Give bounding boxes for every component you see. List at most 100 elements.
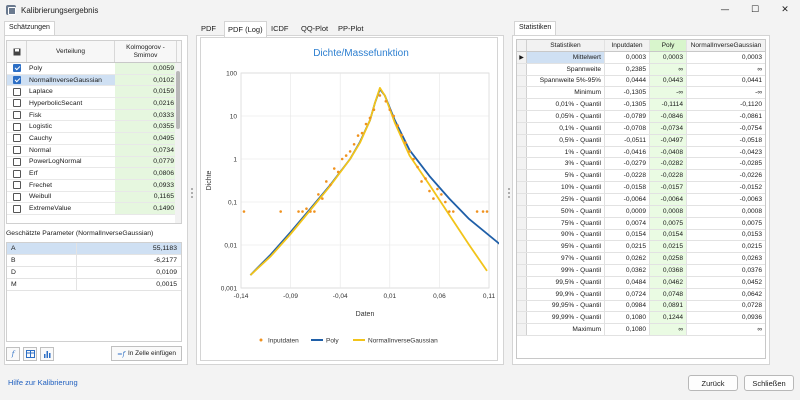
stats-row[interactable]: 0,05% - Quantil -0,0789 -0,0846 -0,0861 <box>517 111 765 123</box>
save-icon[interactable] <box>7 41 27 62</box>
distribution-row[interactable]: Fisk 0,0333 <box>7 109 181 122</box>
distribution-checkbox[interactable] <box>13 76 21 85</box>
tab-qq-plot[interactable]: QQ-Plot <box>298 23 331 34</box>
distribution-checkbox[interactable] <box>13 122 21 131</box>
distribution-checkbox[interactable] <box>13 181 21 190</box>
checkbox-cell <box>7 204 27 213</box>
distribution-row[interactable]: Cauchy 0,0495 <box>7 133 181 145</box>
column-kolmogorov-smirnov[interactable]: Kolmogorov - Smirnov <box>115 41 177 62</box>
formula-icon[interactable]: f <box>6 347 20 361</box>
distribution-checkbox[interactable] <box>13 169 21 178</box>
distribution-checkbox[interactable] <box>13 64 21 73</box>
stats-row[interactable]: 5% - Quantil -0,0228 -0,0228 -0,0226 <box>517 170 765 183</box>
column-normalinversegaussian[interactable]: NormalInverseGaussian <box>687 40 765 51</box>
stats-row[interactable]: 95% - Quantil 0,0215 0,0215 0,0215 <box>517 241 765 254</box>
distribution-checkbox[interactable] <box>13 146 21 155</box>
stats-row[interactable]: 0,5% - Quantil -0,0511 -0,0497 -0,0518 <box>517 134 765 147</box>
x-tick-label: 0,11 <box>483 293 496 300</box>
checkbox-cell <box>7 181 27 190</box>
stats-row[interactable]: 0,01% - Quantil -0,1305 -0,1114 -0,1120 <box>517 99 765 112</box>
distribution-row[interactable]: Laplace 0,0159 <box>7 86 181 99</box>
distribution-row[interactable]: ExtremeValue 0,1490 <box>7 203 181 215</box>
back-button[interactable]: Zurück <box>688 375 738 391</box>
distribution-checkbox[interactable] <box>13 204 21 213</box>
tab-pp-plot[interactable]: PP-Plot <box>335 23 366 34</box>
column-verteilung[interactable]: Verteilung <box>27 41 115 62</box>
stats-row[interactable]: 50% - Quantil 0,0009 0,0008 0,0008 <box>517 205 765 218</box>
column-statistiken[interactable]: Statistiken <box>527 40 605 51</box>
tab-statistiken[interactable]: Statistiken <box>514 21 557 35</box>
stats-row[interactable]: 99% - Quantil 0,0362 0,0368 0,0376 <box>517 265 765 277</box>
chart-title: Dichte/Massefunktion <box>313 48 409 59</box>
tab-pdf[interactable]: PDF <box>198 23 219 34</box>
title-bar: Kalibrierungsergebnis — ☐ ✕ <box>0 0 800 20</box>
distribution-checkbox[interactable] <box>13 192 21 201</box>
stats-row[interactable]: ▶ Mittelwert 0,0003 0,0003 0,0003 <box>517 51 765 64</box>
distribution-row[interactable]: PowerLogNormal 0,0779 <box>7 156 181 169</box>
splitter-left[interactable] <box>190 186 194 200</box>
column-inputdaten[interactable]: Inputdaten <box>605 40 650 51</box>
stats-row[interactable]: 90% - Quantil 0,0154 0,0154 0,0153 <box>517 229 765 242</box>
input-data-point <box>332 167 336 170</box>
param-row[interactable]: A 55,1183 <box>7 243 181 255</box>
distribution-row[interactable]: Logistic 0,0355 <box>7 121 181 134</box>
stats-row[interactable]: Maximum 0,1080 ∞ ∞ <box>517 324 765 337</box>
stats-row[interactable]: 99,5% - Quantil 0,0484 0,0462 0,0452 <box>517 276 765 289</box>
stats-row[interactable]: 3% - Quantil -0,0279 -0,0282 -0,0285 <box>517 158 765 171</box>
stats-row[interactable]: Spannweite 5%-95% 0,0444 0,0443 0,0441 <box>517 75 765 88</box>
stats-row[interactable]: 99,9% - Quantil 0,0724 0,0748 0,0642 <box>517 288 765 301</box>
help-link[interactable]: Hilfe zur Kalibrierung <box>8 378 78 387</box>
stats-row[interactable]: 0,1% - Quantil -0,0708 -0,0734 -0,0754 <box>517 122 765 135</box>
stat-label: 50% - Quantil <box>527 205 605 217</box>
insert-in-cell-button[interactable]: =f In Zelle einfügen <box>111 346 182 361</box>
stats-row[interactable]: Minimum -0,1305 -∞ -∞ <box>517 87 765 100</box>
maximize-button[interactable]: ☐ <box>740 0 770 20</box>
stats-row[interactable]: 75% - Quantil 0,0074 0,0075 0,0075 <box>517 217 765 230</box>
distribution-row[interactable]: Frechet 0,0933 <box>7 179 181 192</box>
stats-row[interactable]: Spannweite 0,2385 ∞ ∞ <box>517 63 765 76</box>
stats-row[interactable]: 10% - Quantil -0,0158 -0,0157 -0,0152 <box>517 182 765 194</box>
x-tick-label: -0,09 <box>283 293 298 300</box>
grid-scrollbar[interactable] <box>175 63 181 223</box>
param-row[interactable]: M 0,0015 <box>7 279 181 291</box>
distribution-checkbox[interactable] <box>13 157 21 166</box>
stats-row[interactable]: 25% - Quantil -0,0064 -0,0064 -0,0063 <box>517 193 765 206</box>
distribution-row[interactable]: Normal 0,0734 <box>7 144 181 157</box>
distribution-checkbox[interactable] <box>13 111 21 120</box>
distribution-checkbox[interactable] <box>13 134 21 143</box>
checkbox-cell <box>7 99 27 108</box>
stats-row[interactable]: 1% - Quantil -0,0416 -0,0408 -0,0423 <box>517 146 765 159</box>
close-window-button[interactable]: ✕ <box>770 0 800 20</box>
scrollbar-thumb[interactable] <box>176 71 180 129</box>
distribution-row[interactable]: Poly 0,0059 <box>7 63 181 75</box>
stats-row[interactable]: 99,95% - Quantil 0,0984 0,0891 0,0728 <box>517 300 765 313</box>
x-axis-label: Daten <box>356 311 375 318</box>
table-icon[interactable] <box>23 347 37 361</box>
distribution-row[interactable]: Weibull 0,1165 <box>7 191 181 204</box>
distribution-metric: 0,0159 <box>115 86 177 98</box>
tab-schaetzungen[interactable]: Schätzungen <box>4 21 55 35</box>
param-row[interactable]: D 0,0109 <box>7 267 181 279</box>
distribution-row[interactable]: NormalInverseGaussian 0,0102 <box>7 74 181 87</box>
close-button[interactable]: Schließen <box>744 375 794 391</box>
stat-input: 0,0154 <box>605 229 650 241</box>
y-tick-label: 0,01 <box>224 243 237 250</box>
splitter-right[interactable] <box>507 186 511 200</box>
histogram-icon[interactable] <box>40 347 54 361</box>
tab-pdf-log[interactable]: PDF (Log) <box>224 21 267 37</box>
param-row[interactable]: B -6,2177 <box>7 255 181 267</box>
stat-nig: ∞ <box>757 326 762 334</box>
stats-row[interactable]: 97% - Quantil 0,0262 0,0258 0,0263 <box>517 253 765 266</box>
distribution-row[interactable]: HyperbolicSecant 0,0216 <box>7 98 181 110</box>
input-data-point <box>305 207 308 210</box>
column-poly[interactable]: Poly <box>650 40 687 51</box>
minimize-button[interactable]: — <box>710 0 740 20</box>
checkbox-cell <box>7 146 27 155</box>
distribution-row[interactable]: Erf 0,0806 <box>7 168 181 180</box>
tab-icdf[interactable]: ICDF <box>268 23 292 34</box>
distribution-checkbox[interactable] <box>13 87 21 96</box>
stat-input: 0,0984 <box>605 300 650 312</box>
stats-row[interactable]: 99,99% - Quantil 0,1080 0,1244 0,0936 <box>517 312 765 325</box>
row-indicator <box>517 87 527 99</box>
distribution-checkbox[interactable] <box>13 99 21 108</box>
